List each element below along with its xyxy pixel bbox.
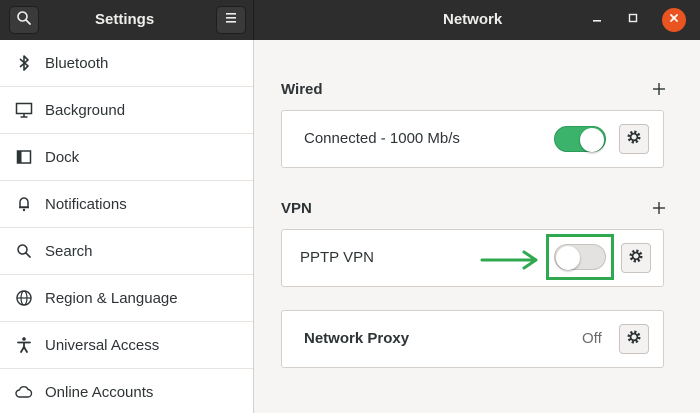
gear-icon — [626, 329, 642, 350]
sidebar-item-label: Background — [45, 101, 126, 119]
minimize-button[interactable] — [585, 8, 609, 32]
add-vpn-button[interactable] — [650, 199, 668, 217]
sidebar-item-label: Region & Language — [45, 289, 178, 307]
search-icon — [16, 10, 32, 31]
sidebar-item-label: Universal Access — [45, 336, 160, 354]
sidebar-item-bluetooth[interactable]: Bluetooth — [0, 40, 253, 87]
close-icon — [668, 11, 680, 29]
wired-connection-row: Connected - 1000 Mb/s — [281, 110, 664, 168]
panel-title: Network — [443, 11, 503, 28]
network-proxy-label: Network Proxy — [304, 330, 410, 347]
sidebar-item-label: Notifications — [45, 195, 127, 213]
wired-settings-button[interactable] — [619, 124, 649, 154]
network-proxy-row[interactable]: Network Proxy Off — [281, 310, 664, 368]
wired-connection-label: Connected - 1000 Mb/s — [304, 130, 460, 147]
gear-icon — [626, 129, 642, 150]
sidebar-item-label: Online Accounts — [45, 383, 154, 401]
minimize-icon — [591, 11, 603, 29]
header-bar: Settings Network — [0, 0, 700, 40]
sidebar-item-search[interactable]: Search — [0, 228, 253, 275]
dock-icon — [14, 147, 34, 167]
vpn-connection-label: PPTP VPN — [300, 249, 374, 266]
sidebar-item-universal-access[interactable]: Universal Access — [0, 322, 253, 369]
hamburger-menu-icon — [224, 11, 238, 29]
accessibility-icon — [14, 335, 34, 355]
bluetooth-icon — [14, 53, 34, 73]
sidebar-item-notifications[interactable]: Notifications — [0, 181, 253, 228]
sidebar-header: Settings — [0, 0, 254, 40]
green-arrow-icon — [480, 250, 542, 275]
sidebar-item-background[interactable]: Background — [0, 87, 253, 134]
maximize-icon — [627, 11, 639, 29]
sidebar-item-dock[interactable]: Dock — [0, 134, 253, 181]
sidebar-item-label: Search — [45, 242, 93, 260]
vpn-connection-row: PPTP VPN — [281, 229, 664, 287]
proxy-settings-button[interactable] — [619, 324, 649, 354]
vpn-settings-button[interactable] — [621, 243, 651, 273]
plus-icon — [650, 202, 668, 221]
network-proxy-status: Off — [582, 330, 602, 347]
close-button[interactable] — [662, 8, 686, 32]
monitor-icon — [14, 100, 34, 120]
network-panel: Wired Connected - 1000 Mb/s VPN PPTP VPN… — [255, 40, 700, 413]
sidebar-item-region-language[interactable]: Region & Language — [0, 275, 253, 322]
globe-icon — [14, 288, 34, 308]
settings-title: Settings — [95, 11, 155, 28]
vpn-section-title: VPN — [281, 200, 312, 217]
vpn-toggle-switch[interactable] — [554, 244, 606, 270]
cloud-icon — [14, 382, 34, 402]
plus-icon — [650, 83, 668, 102]
bell-icon — [14, 194, 34, 214]
search-icon — [14, 241, 34, 261]
switch-knob — [580, 128, 604, 152]
sidebar: Bluetooth Background Dock Notifications … — [0, 40, 254, 413]
maximize-button[interactable] — [621, 8, 645, 32]
sidebar-item-label: Bluetooth — [45, 54, 109, 72]
gear-icon — [628, 248, 644, 269]
sidebar-item-label: Dock — [45, 148, 80, 166]
add-wired-button[interactable] — [650, 80, 668, 98]
wired-toggle-switch[interactable] — [554, 126, 606, 152]
menu-button[interactable] — [216, 6, 246, 34]
search-button[interactable] — [9, 6, 39, 34]
wired-section-title: Wired — [281, 81, 323, 98]
switch-knob — [556, 246, 580, 270]
sidebar-item-online-accounts[interactable]: Online Accounts — [0, 369, 253, 413]
